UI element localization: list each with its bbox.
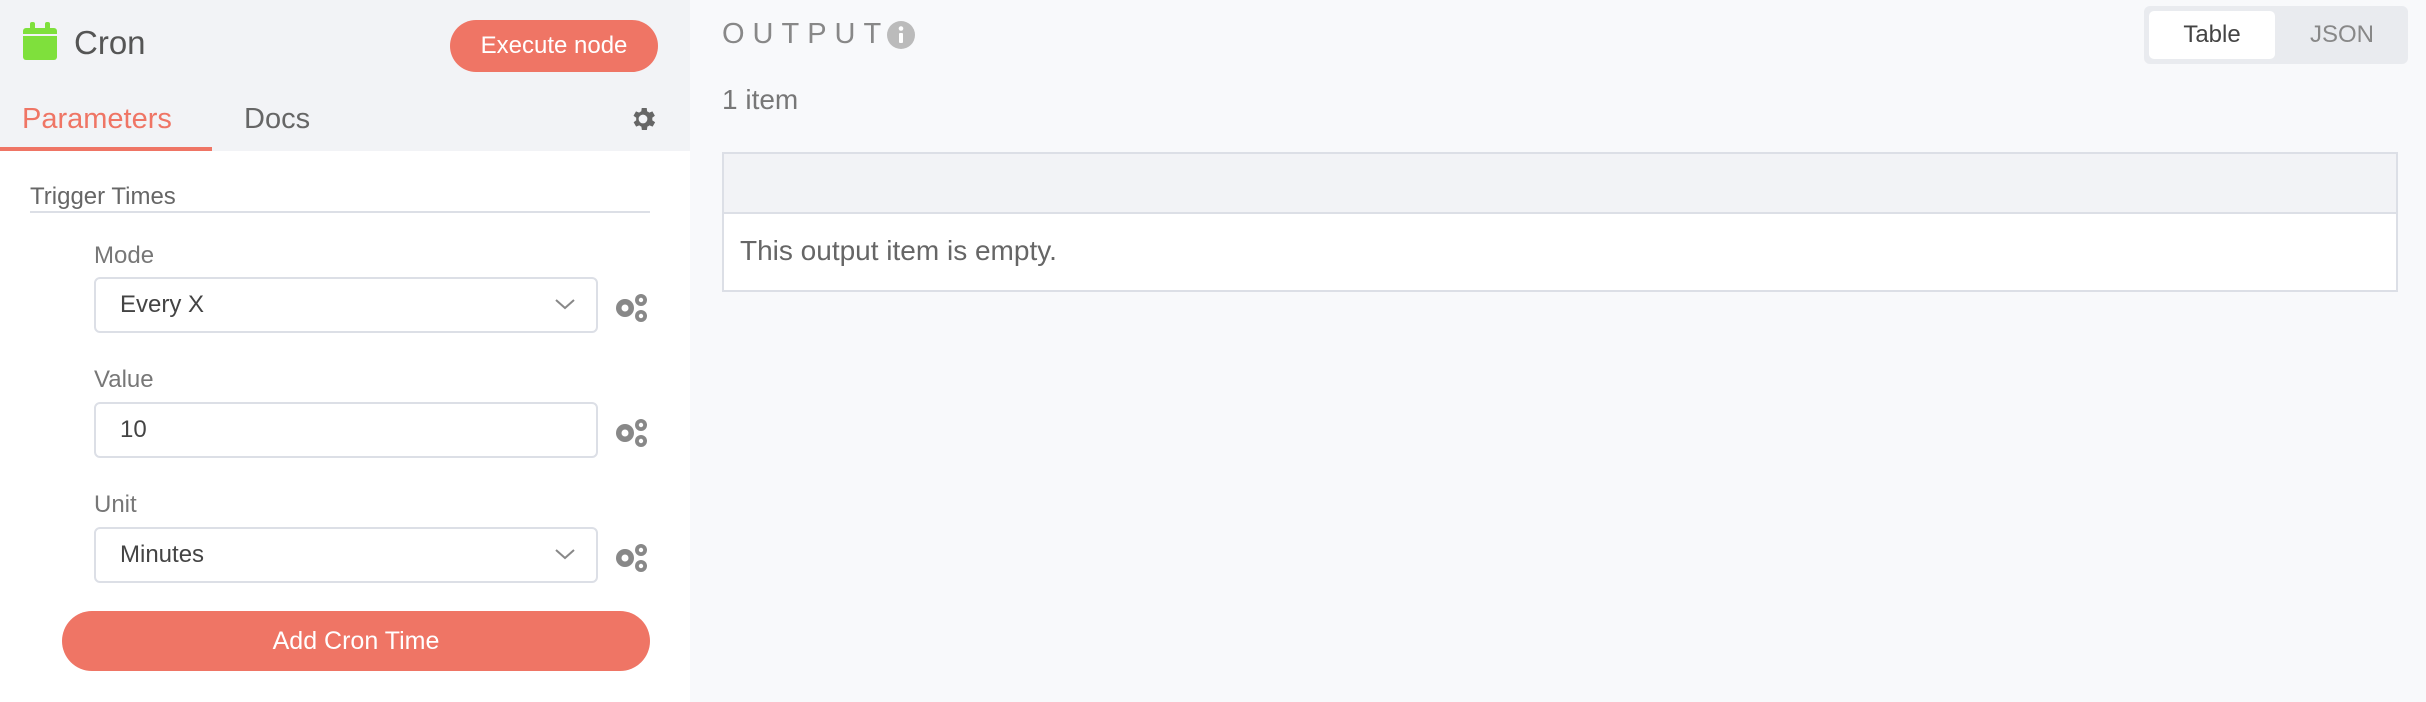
item-count: 1 item bbox=[722, 84, 799, 115]
output-title: OUTPUT bbox=[722, 18, 890, 50]
output-table: This output item is empty. bbox=[722, 152, 2398, 292]
parameters-panel: Cron Execute node Parameters Docs Trigge… bbox=[0, 0, 690, 702]
chevron-down-icon bbox=[555, 549, 575, 560]
tab-docs[interactable]: Docs bbox=[244, 100, 310, 138]
view-json-button[interactable]: JSON bbox=[2280, 11, 2404, 59]
output-panel: OUTPUT 1 item Table JSON This output ite… bbox=[690, 0, 2426, 702]
execute-node-button[interactable]: Execute node bbox=[450, 20, 658, 72]
mode-value: Every X bbox=[120, 291, 205, 318]
unit-select[interactable]: Minutes bbox=[94, 527, 598, 583]
value-text: 10 bbox=[120, 416, 147, 443]
calendar-icon bbox=[23, 22, 57, 60]
section-title: Trigger Times bbox=[30, 183, 176, 210]
node-title: Cron bbox=[74, 24, 146, 61]
panel-header: Cron Execute node Parameters Docs bbox=[0, 0, 690, 151]
unit-label: Unit bbox=[94, 491, 137, 518]
add-cron-time-button[interactable]: Add Cron Time bbox=[62, 611, 650, 671]
tab-parameters[interactable]: Parameters bbox=[22, 100, 172, 138]
empty-message: This output item is empty. bbox=[740, 235, 1057, 266]
view-table-button[interactable]: Table bbox=[2149, 11, 2275, 59]
value-input[interactable]: 10 bbox=[94, 402, 598, 458]
mode-select[interactable]: Every X bbox=[94, 277, 598, 333]
parameter-options-icon[interactable] bbox=[612, 416, 650, 450]
chevron-down-icon bbox=[555, 299, 575, 310]
unit-value: Minutes bbox=[120, 541, 205, 568]
view-toggle: Table JSON bbox=[2144, 6, 2408, 64]
info-icon[interactable] bbox=[886, 20, 916, 50]
section-divider bbox=[30, 211, 650, 213]
mode-label: Mode bbox=[94, 242, 155, 269]
node-details-window: Cron Execute node Parameters Docs Trigge… bbox=[0, 0, 2426, 702]
active-tab-indicator bbox=[0, 147, 212, 151]
table-header bbox=[724, 154, 2396, 214]
parameter-options-icon[interactable] bbox=[612, 291, 650, 325]
gear-icon[interactable] bbox=[628, 104, 658, 134]
value-label: Value bbox=[94, 366, 154, 393]
parameter-options-icon[interactable] bbox=[612, 541, 650, 575]
